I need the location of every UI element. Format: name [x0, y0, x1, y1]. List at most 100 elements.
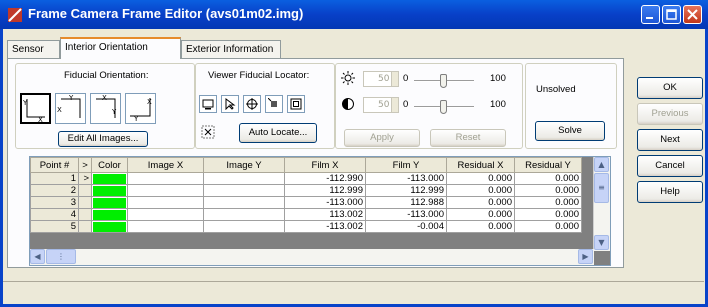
color-swatch-cell[interactable]	[91, 208, 128, 221]
grid-vertical-scrollbar[interactable]: ▲ ≡ ▼	[593, 157, 610, 251]
row-marker-cell[interactable]	[78, 196, 92, 209]
film-x-cell[interactable]: 113.002	[284, 208, 366, 221]
col-header-point[interactable]: Point #	[30, 157, 79, 173]
row-marker-cell[interactable]	[78, 220, 92, 233]
point-number-cell[interactable]: 3	[30, 196, 79, 209]
image-x-cell[interactable]	[127, 220, 204, 233]
brightness-max-label: 100	[490, 73, 506, 84]
film-x-cell[interactable]: -112.990	[284, 172, 366, 185]
next-button[interactable]: Next	[637, 129, 703, 151]
select-pointer-icon[interactable]	[221, 95, 239, 113]
col-header-image-y[interactable]: Image Y	[203, 157, 285, 173]
tab-sensor[interactable]: Sensor	[7, 40, 60, 58]
table-row[interactable]: 2 112.999 112.999 0.000 0.000	[30, 184, 582, 197]
link-cursor-icon[interactable]	[199, 123, 217, 141]
reset-button[interactable]: Reset	[430, 129, 506, 147]
residual-x-cell[interactable]: 0.000	[446, 184, 515, 197]
point-number-cell[interactable]: 4	[30, 208, 79, 221]
scroll-down-arrow-icon[interactable]: ▼	[594, 235, 609, 250]
solve-button[interactable]: Solve	[535, 121, 605, 141]
color-swatch-cell[interactable]	[91, 184, 128, 197]
table-row[interactable]: 3 -113.000 112.988 0.000 0.000	[30, 196, 582, 209]
cancel-button[interactable]: Cancel	[637, 155, 703, 177]
scroll-up-arrow-icon[interactable]: ▲	[594, 157, 609, 172]
point-number-cell[interactable]: 1	[30, 172, 79, 185]
residual-y-cell[interactable]: 0.000	[514, 220, 582, 233]
residual-y-cell[interactable]: 0.000	[514, 196, 582, 209]
col-header-color[interactable]: Color	[91, 157, 128, 173]
image-x-cell[interactable]	[127, 184, 204, 197]
fiducial-orientation-option-1[interactable]: YX	[20, 93, 51, 124]
color-swatch-cell[interactable]	[91, 220, 128, 233]
h-scroll-thumb[interactable]: ⋮	[46, 249, 76, 264]
contrast-slider-thumb[interactable]	[440, 100, 447, 114]
fiducial-points-grid[interactable]: Point # > Color Image X Image Y Film X F…	[29, 156, 611, 266]
close-button[interactable]	[683, 5, 702, 24]
tab-interior-orientation[interactable]: Interior Orientation	[60, 37, 181, 59]
image-y-cell[interactable]	[203, 184, 285, 197]
residual-x-cell[interactable]: 0.000	[446, 208, 515, 221]
film-y-cell[interactable]: -0.004	[365, 220, 447, 233]
row-marker-cell[interactable]	[78, 208, 92, 221]
row-marker-cell[interactable]	[78, 184, 92, 197]
col-header-film-y[interactable]: Film Y	[365, 157, 447, 173]
help-button[interactable]: Help	[637, 181, 703, 203]
image-y-cell[interactable]	[203, 220, 285, 233]
fiducial-orientation-option-2[interactable]: YX	[55, 93, 86, 124]
apply-button[interactable]: Apply	[344, 129, 420, 147]
scroll-left-arrow-icon[interactable]: ◀	[30, 249, 45, 264]
residual-y-cell[interactable]: 0.000	[514, 172, 582, 185]
point-number-cell[interactable]: 2	[30, 184, 79, 197]
residual-x-cell[interactable]: 0.000	[446, 196, 515, 209]
residual-x-cell[interactable]: 0.000	[446, 220, 515, 233]
row-marker-cell[interactable]: >	[78, 172, 92, 185]
image-y-cell[interactable]	[203, 172, 285, 185]
col-header-residual-y[interactable]: Residual Y	[514, 157, 582, 173]
image-x-cell[interactable]	[127, 208, 204, 221]
scroll-right-arrow-icon[interactable]: ▶	[578, 249, 593, 264]
film-y-cell[interactable]: 112.988	[365, 196, 447, 209]
brightness-slider[interactable]	[414, 74, 474, 88]
maximize-button[interactable]	[662, 5, 681, 24]
film-y-cell[interactable]: -113.000	[365, 172, 447, 185]
target-icon[interactable]	[243, 95, 261, 113]
svg-text:Y: Y	[133, 115, 139, 123]
viewer-icon[interactable]	[199, 95, 217, 113]
table-row[interactable]: 1 > -112.990 -113.000 0.000 0.000	[30, 172, 582, 185]
ok-button[interactable]: OK	[637, 77, 703, 99]
contrast-slider[interactable]	[414, 100, 474, 114]
film-x-cell[interactable]: -113.002	[284, 220, 366, 233]
image-y-cell[interactable]	[203, 208, 285, 221]
fiducial-orientation-option-3[interactable]: XY	[90, 93, 121, 124]
zoom-box-icon[interactable]	[265, 95, 283, 113]
point-number-cell[interactable]: 5	[30, 220, 79, 233]
residual-x-cell[interactable]: 0.000	[446, 172, 515, 185]
film-x-cell[interactable]: -113.000	[284, 196, 366, 209]
residual-y-cell[interactable]: 0.000	[514, 208, 582, 221]
col-header-image-x[interactable]: Image X	[127, 157, 204, 173]
color-swatch-cell[interactable]	[91, 172, 128, 185]
edit-all-images-button[interactable]: Edit All Images...	[58, 131, 148, 147]
film-y-cell[interactable]: 112.999	[365, 184, 447, 197]
table-row[interactable]: 5 -113.002 -0.004 0.000 0.000	[30, 220, 582, 233]
grid-horizontal-scrollbar[interactable]: ◀ ⋮ ▶	[30, 249, 594, 265]
fiducial-orientation-option-4[interactable]: XY	[125, 93, 156, 124]
col-header-film-x[interactable]: Film X	[284, 157, 366, 173]
previous-button[interactable]: Previous	[637, 103, 703, 125]
film-y-cell[interactable]: -113.000	[365, 208, 447, 221]
residual-y-cell[interactable]: 0.000	[514, 184, 582, 197]
image-x-cell[interactable]	[127, 172, 204, 185]
fit-view-icon[interactable]	[287, 95, 305, 113]
minimize-button[interactable]	[641, 5, 660, 24]
image-x-cell[interactable]	[127, 196, 204, 209]
col-header-residual-x[interactable]: Residual X	[446, 157, 515, 173]
tab-exterior-information[interactable]: Exterior Information	[181, 40, 281, 58]
col-header-marker[interactable]: >	[78, 157, 92, 173]
auto-locate-button[interactable]: Auto Locate...	[239, 123, 317, 143]
brightness-slider-thumb[interactable]	[440, 74, 447, 88]
table-row[interactable]: 4 113.002 -113.000 0.000 0.000	[30, 208, 582, 221]
scroll-thumb[interactable]: ≡	[594, 173, 609, 203]
film-x-cell[interactable]: 112.999	[284, 184, 366, 197]
image-y-cell[interactable]	[203, 196, 285, 209]
color-swatch-cell[interactable]	[91, 196, 128, 209]
